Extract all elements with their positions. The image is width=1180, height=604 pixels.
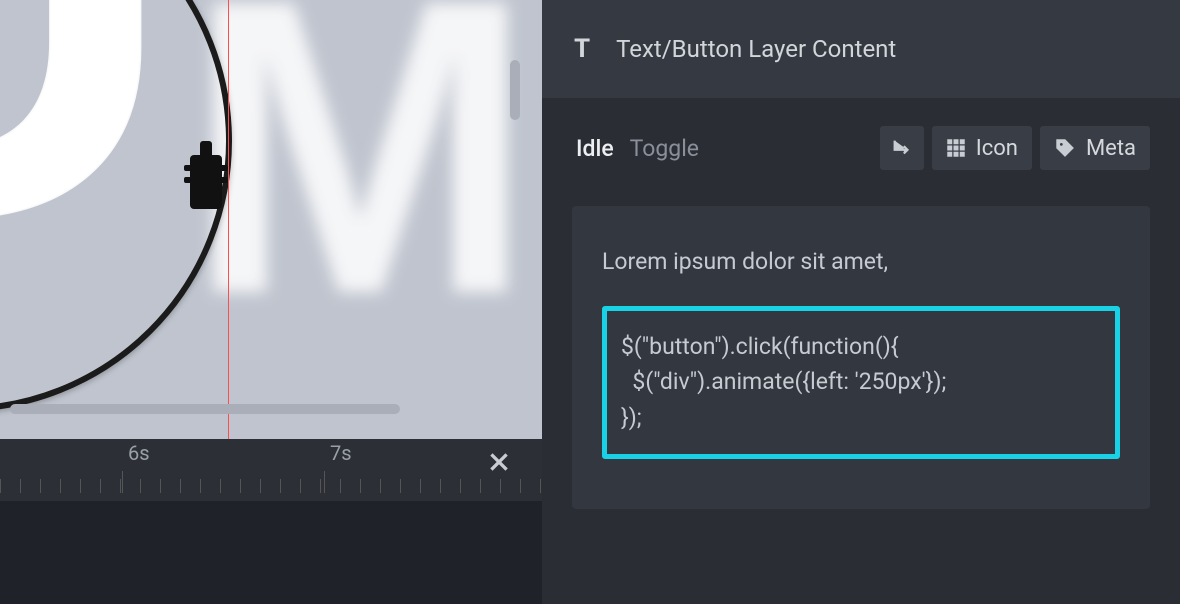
panel-header: T Text/Button Layer Content (542, 0, 1180, 98)
content-code-highlight: $("button").click(function(){ $("div").a… (602, 306, 1120, 459)
horizontal-scrollbar[interactable] (10, 404, 400, 414)
close-icon (486, 449, 512, 475)
ruler-ticks (0, 479, 542, 493)
content-toolbar: Idle Toggle Icon (572, 126, 1150, 170)
layer-content-editor[interactable]: Lorem ipsum dolor sit amet, $("button").… (572, 206, 1150, 509)
insert-linebreak-button[interactable] (880, 126, 924, 170)
return-arrow-icon (891, 137, 913, 159)
tab-toggle[interactable]: Toggle (626, 129, 703, 168)
canvas-preview[interactable]: M U (0, 0, 542, 439)
properties-panel: T Text/Button Layer Content Idle Toggle … (542, 0, 1180, 604)
editor-left-column: M U 6s 7s (0, 0, 542, 604)
timeline-tracks[interactable] (0, 501, 542, 604)
vertical-guide-line[interactable] (228, 0, 229, 439)
content-text-intro: Lorem ipsum dolor sit amet, (602, 244, 1120, 280)
content-code-block: $("button").click(function(){ $("div").a… (621, 329, 1101, 436)
ruler-label-6s: 6s (128, 441, 150, 465)
timeline-panel: 6s 7s (0, 439, 542, 604)
timeline-ruler[interactable]: 6s 7s (0, 439, 542, 501)
icon-button-label: Icon (976, 136, 1018, 161)
timeline-close-button[interactable] (486, 449, 512, 475)
preview-letter-m: M (185, 0, 535, 316)
ruler-tick-6s (122, 471, 123, 493)
vertical-scrollbar[interactable] (510, 60, 520, 120)
text-layer-icon: T (574, 34, 590, 64)
meta-button[interactable]: Meta (1040, 126, 1150, 170)
tag-icon (1054, 137, 1076, 159)
ruler-tick-7s (324, 471, 325, 493)
meta-button-label: Meta (1086, 136, 1136, 161)
tab-idle[interactable]: Idle (572, 129, 618, 168)
panel-title: Text/Button Layer Content (616, 35, 896, 63)
preview-mount-object (190, 155, 222, 209)
icon-picker-button[interactable]: Icon (932, 126, 1032, 170)
grid-icon (946, 138, 966, 158)
ruler-label-7s: 7s (330, 441, 352, 465)
